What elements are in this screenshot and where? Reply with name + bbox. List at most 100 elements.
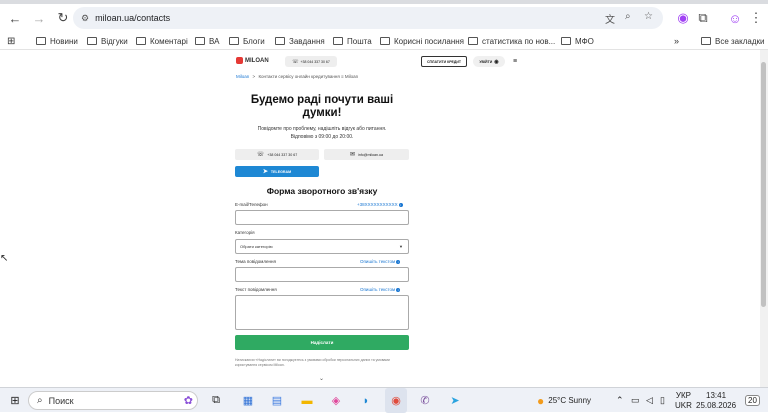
folder-icon bbox=[36, 37, 46, 45]
folder-icon bbox=[701, 37, 711, 45]
bookmark-folder[interactable]: Відгуки bbox=[87, 34, 128, 48]
search-highlight-icon: ✿ bbox=[183, 395, 193, 407]
info-icon[interactable]: i bbox=[396, 287, 401, 292]
login-button[interactable]: УВІЙТИ ◉ bbox=[473, 56, 505, 67]
chrome-icon[interactable]: ◉ bbox=[385, 388, 407, 413]
file-explorer-icon[interactable]: ▬ bbox=[296, 388, 318, 413]
phone-icon: ☏ bbox=[292, 58, 299, 65]
email-hint: +38XXXXXXXXXXX i bbox=[357, 202, 403, 207]
email-field[interactable] bbox=[235, 210, 409, 225]
telegram-button[interactable]: ➤ TELEGRAM bbox=[235, 166, 319, 177]
network-icon[interactable]: ▭ bbox=[631, 388, 640, 413]
clock[interactable]: 13:41 25.08.2026 bbox=[696, 388, 736, 413]
pay-credit-button[interactable]: СПЛАТИТИ КРЕДИТ bbox=[421, 56, 467, 67]
task-view-icon[interactable]: ⧉ bbox=[205, 388, 227, 413]
chevron-down-icon: ▼ bbox=[399, 244, 403, 249]
search-icon: ⌕ bbox=[37, 395, 43, 406]
site-logo[interactable]: MILOAN bbox=[236, 57, 269, 64]
edge-icon[interactable]: ◗ bbox=[355, 388, 377, 413]
breadcrumb: Miloan > Контакти сервісу онлайн кредиту… bbox=[236, 74, 358, 79]
folder-icon bbox=[468, 37, 478, 45]
profile-icon[interactable]: ☺ bbox=[724, 7, 746, 29]
reload-icon[interactable]: ↻ bbox=[52, 7, 74, 29]
windows-taskbar: ⊞ ⌕ Поиск ✿ ⧉ ▦ ▤ ▬ ◈ ◗ ◉ ✆ ➤ ● 25°C Sunn… bbox=[0, 387, 768, 413]
breadcrumb-current: Контакти сервісу онлайн кредитування ≡ M… bbox=[258, 74, 359, 79]
header-phone-button[interactable]: ☏ +38 044 337 30 67 bbox=[285, 56, 337, 67]
fine-print: Натискаючи «Надіслати» ви погоджуєтесь з… bbox=[235, 358, 390, 367]
extension-icon[interactable]: ◉ bbox=[672, 7, 694, 29]
folder-icon bbox=[333, 37, 343, 45]
volume-icon[interactable]: ◁ bbox=[646, 388, 653, 413]
logo-mark-icon bbox=[236, 57, 243, 64]
calculator-icon[interactable]: ▤ bbox=[266, 388, 288, 413]
viber-icon[interactable]: ✆ bbox=[414, 388, 436, 413]
telegram-icon: ➤ bbox=[262, 169, 268, 175]
phone-icon: ☏ bbox=[256, 152, 265, 158]
scrollbar-thumb[interactable] bbox=[761, 62, 766, 307]
widgets-icon[interactable]: ▦ bbox=[237, 388, 259, 413]
form-title: Форма зворотного зв'язку bbox=[266, 186, 378, 196]
folder-icon bbox=[229, 37, 239, 45]
taskbar-search[interactable]: ⌕ Поиск ✿ bbox=[28, 391, 198, 410]
more-bookmarks-button[interactable]: » bbox=[674, 34, 679, 48]
site-header: MILOAN ☏ +38 044 337 30 67 СПЛАТИТИ КРЕДИ… bbox=[233, 54, 517, 70]
folder-icon bbox=[136, 37, 146, 45]
subject-hint[interactable]: Опишіть текстом i bbox=[360, 259, 401, 264]
weather-widget[interactable]: ● 25°C Sunny bbox=[537, 388, 591, 413]
bookmark-folder[interactable]: Завдання bbox=[275, 34, 325, 48]
subject-field[interactable] bbox=[235, 267, 409, 282]
zoom-icon[interactable]: ⌕ bbox=[625, 11, 631, 22]
bookmark-folder[interactable]: Блоги bbox=[229, 34, 265, 48]
battery-icon[interactable]: ▯ bbox=[660, 388, 665, 413]
page-subtitle: Повідомте про проблему, надішліть відгук… bbox=[257, 126, 387, 140]
translate-icon[interactable]: 文 bbox=[605, 11, 615, 26]
back-icon[interactable]: ← bbox=[4, 7, 26, 29]
browser-toolbar: ← → ↻ ⚙ miloan.ua/contacts 文 ⌕ ☆ ◉ ⧉ ☺ ⋮ bbox=[0, 4, 768, 32]
breadcrumb-home[interactable]: Miloan bbox=[236, 74, 249, 79]
bookmark-star-icon[interactable]: ☆ bbox=[644, 11, 653, 22]
info-icon[interactable]: i bbox=[398, 202, 403, 207]
windows-start-icon[interactable]: ⊞ bbox=[4, 388, 26, 413]
browser-menu-icon[interactable]: ⋮ bbox=[745, 7, 767, 29]
scroll-down-icon[interactable]: ⌄ bbox=[319, 375, 324, 382]
language-indicator[interactable]: УКР UKR bbox=[675, 388, 692, 413]
user-icon: ◉ bbox=[494, 58, 499, 65]
info-icon[interactable]: i bbox=[396, 259, 401, 264]
url-text: miloan.ua/contacts bbox=[95, 13, 171, 23]
page-title: Будемо раді почути ваші думки! bbox=[250, 94, 394, 119]
email-contact-button[interactable]: ✉ info@miloan.ua bbox=[324, 149, 409, 160]
site-column: MILOAN ☏ +38 044 337 30 67 СПЛАТИТИ КРЕДИ… bbox=[233, 50, 517, 387]
telegram-app-icon[interactable]: ➤ bbox=[444, 388, 466, 413]
message-textarea[interactable] bbox=[235, 295, 409, 330]
bookmark-folder[interactable]: Корисні посилання bbox=[380, 34, 464, 48]
message-label: Текст повідомлення bbox=[235, 287, 277, 292]
all-bookmarks[interactable]: Все закладки bbox=[701, 34, 764, 48]
site-info-icon[interactable]: ⚙ bbox=[81, 13, 89, 24]
address-bar[interactable]: ⚙ miloan.ua/contacts 文 ⌕ ☆ bbox=[73, 7, 663, 29]
apps-grid-icon[interactable]: ⊞ bbox=[7, 34, 15, 48]
bookmark-folder[interactable]: статистика по нов... bbox=[468, 34, 555, 48]
folder-icon bbox=[275, 37, 285, 45]
phone-contact-button[interactable]: ☏ +38 044 337 30 67 bbox=[235, 149, 319, 160]
bookmark-folder[interactable]: Новини bbox=[36, 34, 78, 48]
folder-icon bbox=[380, 37, 390, 45]
bookmark-folder[interactable]: МФО bbox=[561, 34, 594, 48]
weather-sun-icon: ● bbox=[537, 393, 545, 408]
submit-button[interactable]: Надіслати bbox=[235, 335, 409, 350]
forward-icon[interactable]: → bbox=[28, 7, 50, 29]
category-label: Категорія bbox=[235, 230, 255, 235]
bookmarks-bar: ⊞ Новини Відгуки Коментарі ВА Блоги Завд… bbox=[0, 32, 768, 50]
extensions-puzzle-icon[interactable]: ⧉ bbox=[692, 7, 714, 29]
copilot-icon[interactable]: ◈ bbox=[325, 388, 347, 413]
bookmark-folder[interactable]: ВА bbox=[195, 34, 219, 48]
breadcrumb-separator: > bbox=[252, 74, 256, 79]
bookmark-folder[interactable]: Коментарі bbox=[136, 34, 188, 48]
tray-chevron-up-icon[interactable]: ⌃ bbox=[616, 388, 624, 413]
message-hint[interactable]: Опишіть текстом i bbox=[360, 287, 401, 292]
bookmark-folder[interactable]: Пошта bbox=[333, 34, 372, 48]
notifications-badge[interactable]: 20 bbox=[745, 388, 760, 413]
category-select[interactable]: Обрати категорію ▼ bbox=[235, 239, 409, 254]
hamburger-menu-icon[interactable]: ≡ bbox=[513, 58, 517, 65]
folder-icon bbox=[195, 37, 205, 45]
web-page: MILOAN ☏ +38 044 337 30 67 СПЛАТИТИ КРЕДИ… bbox=[0, 50, 760, 387]
